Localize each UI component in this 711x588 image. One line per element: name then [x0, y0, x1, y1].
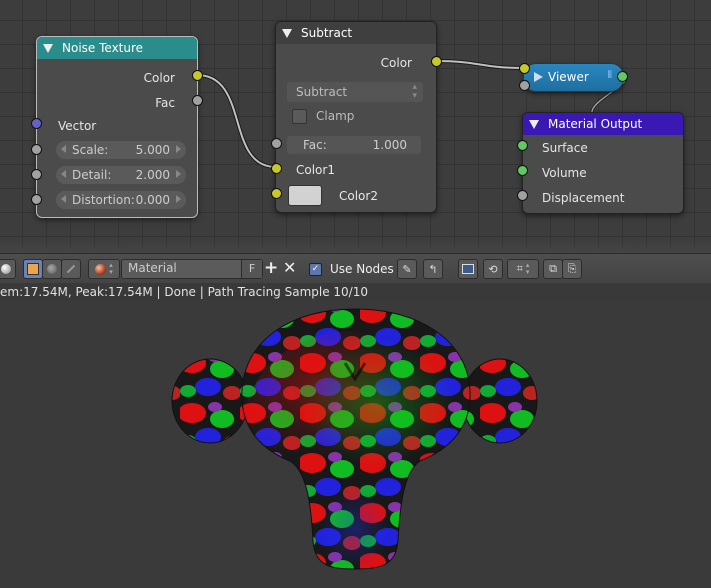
- backdrop-button[interactable]: [458, 259, 478, 279]
- snap-button[interactable]: ⌗ ▴ ▾: [507, 259, 539, 279]
- suzanne-render-image: [171, 308, 538, 571]
- subtract-header[interactable]: Subtract: [276, 22, 436, 44]
- linestyle-mode-button[interactable]: [61, 259, 81, 279]
- go-up-icon: ↰: [428, 262, 438, 276]
- copy-material-button[interactable]: ⧉: [543, 259, 563, 279]
- viewer-hidden-sockets-icon: ⦀: [607, 70, 612, 81]
- noise-scale-input-socket[interactable]: [31, 144, 42, 155]
- paste-icon: ⎘: [567, 262, 577, 275]
- collapse-triangle-icon[interactable]: [529, 119, 539, 129]
- display-icon: [462, 264, 474, 274]
- detail-field[interactable]: Detail: 2.000: [56, 166, 186, 184]
- output-color-label: Color: [143, 71, 175, 85]
- distortion-field[interactable]: Distortion: 0.000: [56, 191, 186, 209]
- expand-triangle-icon[interactable]: [534, 72, 543, 82]
- viewer-node[interactable]: Viewer ⦀: [523, 63, 624, 92]
- world-mode-button[interactable]: [42, 259, 62, 279]
- decrement-arrow-icon[interactable]: [61, 145, 66, 153]
- pin-icon: ✎: [402, 262, 412, 276]
- viewer-input-socket[interactable]: [519, 63, 530, 74]
- world-icon: [47, 264, 57, 274]
- noise-distortion-input-socket[interactable]: [31, 194, 42, 205]
- material-browse-button[interactable]: ▴ ▾: [88, 259, 120, 279]
- decrement-arrow-icon[interactable]: [61, 170, 66, 178]
- left-ear: [171, 358, 249, 444]
- render-status-text: em:17.54M, Peak:17.54M | Done | Path Tra…: [0, 283, 711, 301]
- pin-button[interactable]: ✎: [397, 259, 417, 279]
- object-mode-button[interactable]: [23, 259, 43, 279]
- copy-icon: ⧉: [549, 262, 557, 275]
- color2-swatch[interactable]: [288, 185, 322, 206]
- cube-icon: [27, 263, 39, 275]
- viewer-output-socket[interactable]: [617, 71, 628, 82]
- node-editor[interactable]: Noise Texture Color Fac Vector Scale: 5.…: [0, 0, 711, 253]
- dropdown-arrows-icon: ▴ ▾: [412, 82, 417, 101]
- increment-arrow-icon[interactable]: [176, 170, 181, 178]
- blend-mode-dropdown[interactable]: Subtract ▴ ▾: [287, 82, 423, 102]
- snap-arrows-icon: ▴ ▾: [525, 261, 530, 276]
- subtract-node[interactable]: Subtract Color Subtract ▴ ▾ Clamp Fac: 1.…: [275, 21, 437, 213]
- auto-render-button[interactable]: ⟲: [483, 259, 503, 279]
- viewer-alpha-socket[interactable]: [519, 80, 530, 91]
- collapse-triangle-icon[interactable]: [43, 43, 53, 53]
- editor-edge: [0, 239, 711, 253]
- material-sphere-icon: [95, 263, 107, 275]
- use-nodes-checkbox[interactable]: ✓ Use Nodes: [309, 262, 394, 276]
- displacement-label: Displacement: [542, 191, 625, 205]
- fake-user-button[interactable]: F: [241, 260, 262, 278]
- noise-color-output-socket[interactable]: [192, 70, 203, 81]
- output-fac-label: Fac: [155, 96, 175, 110]
- input-vector-label: Vector: [58, 119, 97, 133]
- noise-detail-input-socket[interactable]: [31, 169, 42, 180]
- checkmark-icon: ✓: [309, 262, 322, 276]
- noise-texture-node[interactable]: Noise Texture Color Fac Vector Scale: 5.…: [36, 36, 198, 218]
- noise-texture-title: Noise Texture: [62, 41, 144, 55]
- increment-arrow-icon[interactable]: [176, 195, 181, 203]
- subtract-output-color-label: Color: [380, 56, 412, 70]
- plus-icon[interactable]: +: [264, 258, 278, 278]
- snap-grid-icon: ⌗: [516, 262, 523, 275]
- paste-material-button[interactable]: ⎘: [562, 259, 582, 279]
- surface-input-socket[interactable]: [517, 140, 528, 151]
- x-icon[interactable]: ✕: [283, 258, 296, 277]
- viewer-title: Viewer: [548, 70, 589, 84]
- subtract-title: Subtract: [301, 26, 353, 40]
- material-output-title: Material Output: [548, 117, 643, 131]
- color2-label: Color2: [339, 189, 378, 203]
- object-shader-toggle[interactable]: [0, 259, 16, 279]
- material-output-header[interactable]: Material Output: [523, 113, 683, 135]
- displacement-input-socket[interactable]: [517, 190, 528, 201]
- subtract-color-output-socket[interactable]: [431, 56, 442, 67]
- volume-input-socket[interactable]: [517, 165, 528, 176]
- scale-field[interactable]: Scale: 5.000: [56, 141, 186, 159]
- shader-sphere-icon: [1, 264, 11, 274]
- volume-label: Volume: [542, 166, 587, 180]
- fac-field[interactable]: Fac: 1.000: [287, 136, 421, 154]
- browse-arrows-icon: ▴ ▾: [109, 261, 113, 276]
- noise-vector-input-socket[interactable]: [31, 118, 42, 129]
- material-name-field[interactable]: Material F: [121, 259, 263, 279]
- lasso-icon: ⟲: [488, 262, 498, 276]
- render-view[interactable]: [0, 301, 711, 588]
- parent-node-tree-button[interactable]: ↰: [423, 259, 443, 279]
- color1-label: Color1: [296, 163, 335, 177]
- right-ear: [462, 358, 538, 444]
- material-output-node[interactable]: Material Output Surface Volume Displacem…: [522, 112, 684, 214]
- noise-fac-output-socket[interactable]: [192, 95, 203, 106]
- increment-arrow-icon[interactable]: [176, 145, 181, 153]
- clamp-checkbox[interactable]: [292, 109, 307, 124]
- surface-label: Surface: [542, 141, 588, 155]
- subtract-fac-input-socket[interactable]: [271, 138, 282, 149]
- brush-icon: [66, 264, 76, 274]
- node-editor-header: ▴ ▾ Material F + ✕ ✓ Use Nodes ✎ ↰ ⟲ ⌗ ▴ ▾…: [0, 253, 711, 284]
- noise-texture-header[interactable]: Noise Texture: [37, 37, 197, 59]
- collapse-triangle-icon[interactable]: [282, 28, 292, 38]
- subtract-color1-input-socket[interactable]: [271, 163, 282, 174]
- subtract-color2-input-socket[interactable]: [271, 188, 282, 199]
- decrement-arrow-icon[interactable]: [61, 195, 66, 203]
